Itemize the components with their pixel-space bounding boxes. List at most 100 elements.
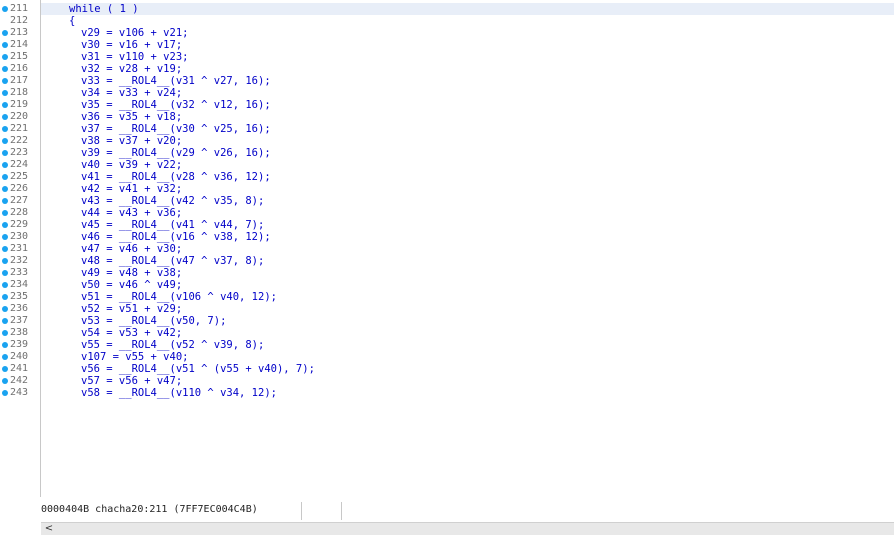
breakpoint-dot-icon[interactable] (2, 150, 8, 156)
code-line[interactable]: 231 v47 = v46 + v30; (0, 243, 894, 255)
line-number[interactable]: 237 (0, 315, 40, 327)
line-number[interactable]: 233 (0, 267, 40, 279)
code-text[interactable]: v44 = v43 + v36; (41, 207, 894, 219)
code-text[interactable]: v43 = __ROL4__(v42 ^ v35, 8); (41, 195, 894, 207)
code-line[interactable]: 234 v50 = v46 ^ v49; (0, 279, 894, 291)
code-line[interactable]: 219 v35 = __ROL4__(v32 ^ v12, 16); (0, 99, 894, 111)
breakpoint-dot-icon[interactable] (2, 222, 8, 228)
breakpoint-dot-icon[interactable] (2, 6, 8, 12)
code-text[interactable]: v55 = __ROL4__(v52 ^ v39, 8); (41, 339, 894, 351)
code-text[interactable]: v50 = v46 ^ v49; (41, 279, 894, 291)
code-text[interactable]: v42 = v41 + v32; (41, 183, 894, 195)
code-line[interactable]: 222 v38 = v37 + v20; (0, 135, 894, 147)
code-text[interactable]: v47 = v46 + v30; (41, 243, 894, 255)
line-number[interactable]: 230 (0, 231, 40, 243)
breakpoint-dot-icon[interactable] (2, 114, 8, 120)
breakpoint-dot-icon[interactable] (2, 234, 8, 240)
code-text[interactable]: v49 = v48 + v38; (41, 267, 894, 279)
breakpoint-dot-icon[interactable] (2, 246, 8, 252)
code-line[interactable]: 217 v33 = __ROL4__(v31 ^ v27, 16); (0, 75, 894, 87)
breakpoint-dot-icon[interactable] (2, 138, 8, 144)
line-number[interactable]: 231 (0, 243, 40, 255)
breakpoint-dot-icon[interactable] (2, 78, 8, 84)
line-number[interactable]: 243 (0, 387, 40, 399)
breakpoint-dot-icon[interactable] (2, 186, 8, 192)
code-text[interactable]: v48 = __ROL4__(v47 ^ v37, 8); (41, 255, 894, 267)
code-line[interactable]: 237 v53 = __ROL4__(v50, 7); (0, 315, 894, 327)
code-text[interactable]: while ( 1 ) (41, 3, 894, 15)
code-line[interactable]: 220 v36 = v35 + v18; (0, 111, 894, 123)
line-number[interactable]: 227 (0, 195, 40, 207)
code-line[interactable]: 215 v31 = v110 + v23; (0, 51, 894, 63)
code-line[interactable]: 226 v42 = v41 + v32; (0, 183, 894, 195)
line-number[interactable]: 213 (0, 27, 40, 39)
code-text[interactable]: v58 = __ROL4__(v110 ^ v34, 12); (41, 387, 894, 399)
code-text[interactable]: v32 = v28 + v19; (41, 63, 894, 75)
code-line[interactable]: 238 v54 = v53 + v42; (0, 327, 894, 339)
line-number[interactable]: 225 (0, 171, 40, 183)
code-line[interactable]: 214 v30 = v16 + v17; (0, 39, 894, 51)
breakpoint-dot-icon[interactable] (2, 102, 8, 108)
code-line[interactable]: 229 v45 = __ROL4__(v41 ^ v44, 7); (0, 219, 894, 231)
breakpoint-dot-icon[interactable] (2, 210, 8, 216)
code-text[interactable]: v40 = v39 + v22; (41, 159, 894, 171)
code-line[interactable]: 223 v39 = __ROL4__(v29 ^ v26, 16); (0, 147, 894, 159)
scroll-left-arrow-icon[interactable]: < (43, 523, 55, 535)
code-line[interactable]: 225 v41 = __ROL4__(v28 ^ v36, 12); (0, 171, 894, 183)
code-line[interactable]: 233 v49 = v48 + v38; (0, 267, 894, 279)
line-number[interactable]: 215 (0, 51, 40, 63)
code-line[interactable]: 242 v57 = v56 + v47; (0, 375, 894, 387)
code-text[interactable]: v36 = v35 + v18; (41, 111, 894, 123)
line-number[interactable]: 222 (0, 135, 40, 147)
code-text[interactable]: v39 = __ROL4__(v29 ^ v26, 16); (41, 147, 894, 159)
breakpoint-dot-icon[interactable] (2, 126, 8, 132)
line-number[interactable]: 234 (0, 279, 40, 291)
breakpoint-dot-icon[interactable] (2, 366, 8, 372)
code-text[interactable]: v38 = v37 + v20; (41, 135, 894, 147)
breakpoint-dot-icon[interactable] (2, 282, 8, 288)
line-number[interactable]: 235 (0, 291, 40, 303)
code-text[interactable]: { (41, 15, 894, 27)
code-text[interactable]: v29 = v106 + v21; (41, 27, 894, 39)
code-text[interactable]: v33 = __ROL4__(v31 ^ v27, 16); (41, 75, 894, 87)
line-number[interactable]: 219 (0, 99, 40, 111)
line-number[interactable]: 212 (0, 15, 40, 27)
code-line[interactable]: 221 v37 = __ROL4__(v30 ^ v25, 16); (0, 123, 894, 135)
code-line[interactable]: 212 { (0, 15, 894, 27)
code-text[interactable]: v52 = v51 + v29; (41, 303, 894, 315)
code-line[interactable]: 240 v107 = v55 + v40; (0, 351, 894, 363)
code-text[interactable]: v30 = v16 + v17; (41, 39, 894, 51)
breakpoint-dot-icon[interactable] (2, 330, 8, 336)
code-text[interactable]: v31 = v110 + v23; (41, 51, 894, 63)
line-number[interactable]: 218 (0, 87, 40, 99)
line-number[interactable]: 236 (0, 303, 40, 315)
code-line[interactable]: 211 while ( 1 ) (0, 3, 894, 15)
line-number[interactable]: 239 (0, 339, 40, 351)
breakpoint-dot-icon[interactable] (2, 390, 8, 396)
breakpoint-dot-icon[interactable] (2, 90, 8, 96)
code-line[interactable]: 232 v48 = __ROL4__(v47 ^ v37, 8); (0, 255, 894, 267)
line-number[interactable]: 242 (0, 375, 40, 387)
code-line[interactable]: 228 v44 = v43 + v36; (0, 207, 894, 219)
line-number[interactable]: 217 (0, 75, 40, 87)
line-number[interactable]: 216 (0, 63, 40, 75)
code-text[interactable]: v41 = __ROL4__(v28 ^ v36, 12); (41, 171, 894, 183)
line-number[interactable]: 238 (0, 327, 40, 339)
horizontal-scrollbar[interactable]: < (41, 522, 894, 535)
code-text[interactable]: v37 = __ROL4__(v30 ^ v25, 16); (41, 123, 894, 135)
code-text[interactable]: v46 = __ROL4__(v16 ^ v38, 12); (41, 231, 894, 243)
line-number[interactable]: 223 (0, 147, 40, 159)
code-line[interactable]: 239 v55 = __ROL4__(v52 ^ v39, 8); (0, 339, 894, 351)
breakpoint-dot-icon[interactable] (2, 54, 8, 60)
code-text[interactable]: v56 = __ROL4__(v51 ^ (v55 + v40), 7); (41, 363, 894, 375)
code-line[interactable]: 236 v52 = v51 + v29; (0, 303, 894, 315)
line-number[interactable]: 224 (0, 159, 40, 171)
code-line[interactable]: 227 v43 = __ROL4__(v42 ^ v35, 8); (0, 195, 894, 207)
code-line[interactable]: 235 v51 = __ROL4__(v106 ^ v40, 12); (0, 291, 894, 303)
code-text[interactable]: v51 = __ROL4__(v106 ^ v40, 12); (41, 291, 894, 303)
breakpoint-dot-icon[interactable] (2, 306, 8, 312)
code-text[interactable]: v54 = v53 + v42; (41, 327, 894, 339)
breakpoint-dot-icon[interactable] (2, 162, 8, 168)
line-number[interactable]: 241 (0, 363, 40, 375)
breakpoint-dot-icon[interactable] (2, 198, 8, 204)
